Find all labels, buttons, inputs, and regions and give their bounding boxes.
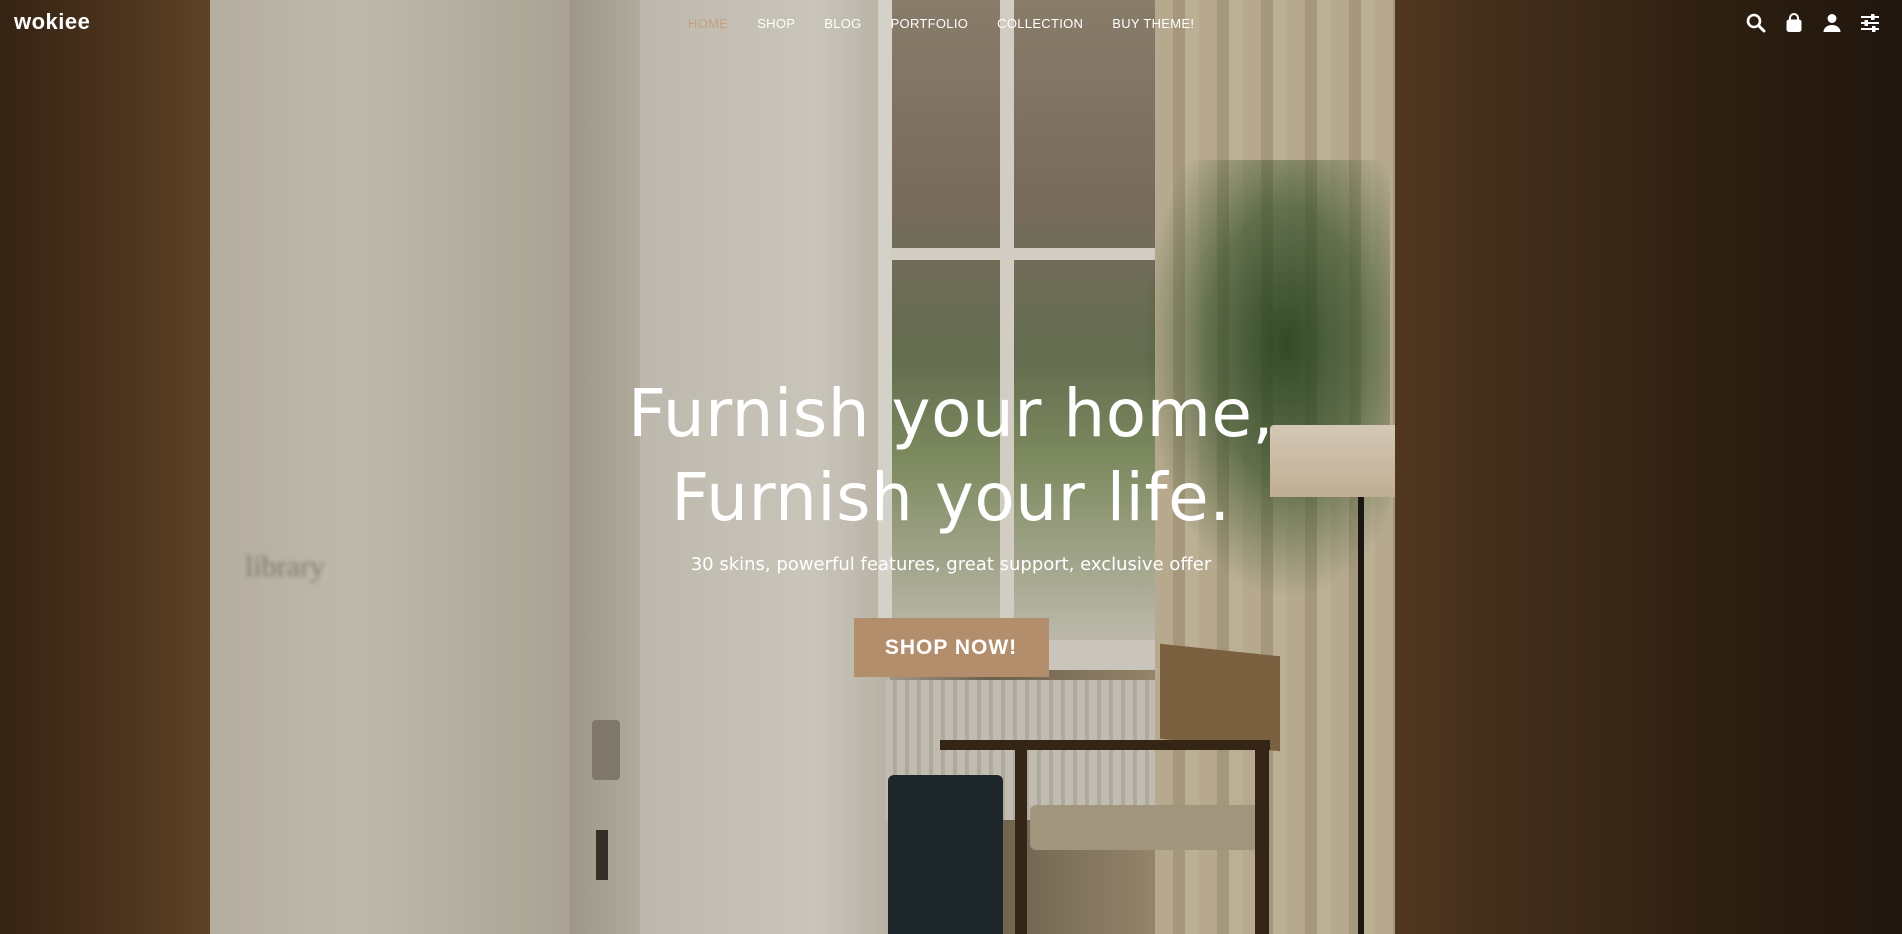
user-icon[interactable] (1822, 13, 1842, 33)
main-nav: HOME SHOP BLOG PORTFOLIO COLLECTION BUY … (688, 16, 1223, 31)
hero-subtitle: 30 skins, powerful features, great suppo… (690, 554, 1212, 575)
search-icon[interactable] (1746, 13, 1766, 33)
site-header: wokiee HOME SHOP BLOG PORTFOLIO COLLECTI… (0, 0, 1902, 50)
settings-sliders-icon[interactable] (1860, 13, 1880, 33)
nav-item-blog[interactable]: BLOG (824, 16, 861, 31)
shop-now-button[interactable]: SHOP NOW! (853, 618, 1049, 677)
nav-item-portfolio[interactable]: PORTFOLIO (891, 16, 969, 31)
hero-headline-line-1: Furnish your home, (628, 375, 1274, 452)
shopping-bag-icon[interactable] (1784, 13, 1804, 33)
hero-headline: Furnish your home, Furnish your life. (0, 372, 1902, 540)
nav-item-buy-theme[interactable]: BUY THEME! (1112, 16, 1194, 31)
site-logo[interactable]: wokiee (14, 9, 90, 35)
header-icons (1746, 13, 1880, 33)
nav-item-home[interactable]: HOME (688, 16, 728, 31)
nav-item-collection[interactable]: COLLECTION (997, 16, 1083, 31)
hero-headline-line-2: Furnish your life. (671, 459, 1231, 536)
hero-section: library wokiee HOME SHOP BLOG PORTFOLIO … (0, 0, 1902, 934)
hero-content: Furnish your home, Furnish your life. 30… (0, 372, 1902, 677)
nav-item-shop[interactable]: SHOP (757, 16, 795, 31)
